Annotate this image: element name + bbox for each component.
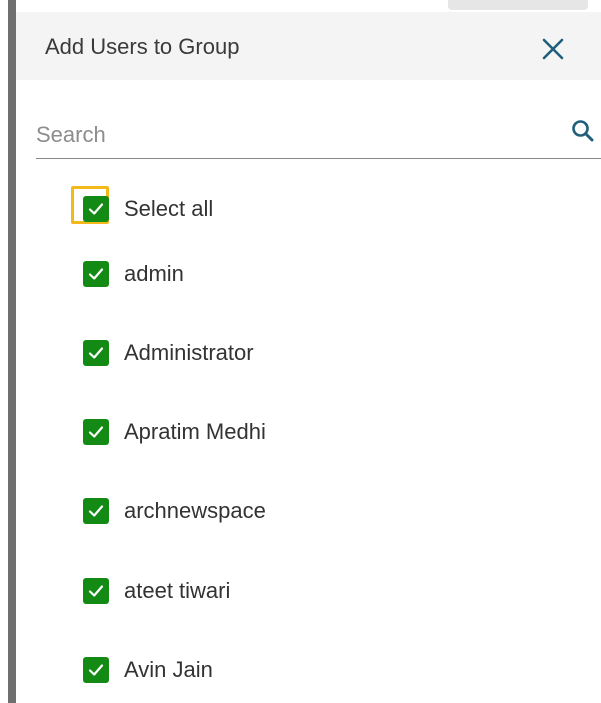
user-label: archnewspace [124, 498, 266, 523]
checkmark-icon [88, 268, 104, 280]
list-item[interactable]: Administrator [75, 329, 555, 377]
checkmark-icon [88, 585, 104, 597]
user-label: Apratim Medhi [124, 419, 266, 444]
checkmark-icon [88, 426, 104, 438]
background-strip [448, 0, 588, 10]
list-item[interactable]: archnewspace [75, 487, 555, 535]
user-checkbox[interactable] [83, 340, 109, 366]
add-users-dialog: Add Users to Group Select all [16, 12, 601, 703]
background-edge [8, 0, 16, 703]
select-all-label: Select all [124, 196, 214, 221]
user-label: Administrator [124, 340, 254, 365]
user-checkbox[interactable] [83, 261, 109, 287]
list-item[interactable]: Apratim Medhi [75, 408, 555, 456]
user-list: Select all admin Administrator Apratim M… [16, 12, 601, 703]
user-label: Avin Jain [124, 657, 213, 682]
user-checkbox[interactable] [83, 419, 109, 445]
user-checkbox[interactable] [83, 657, 109, 683]
checkmark-icon [88, 347, 104, 359]
checkmark-icon [88, 505, 104, 517]
list-item[interactable]: admin [75, 250, 555, 298]
list-item[interactable]: Avin Jain [75, 646, 555, 694]
checkmark-icon [88, 203, 104, 215]
select-all-checkbox-row[interactable]: Select all [71, 185, 555, 233]
select-all-checkbox[interactable] [83, 196, 109, 222]
user-label: ateet tiwari [124, 578, 231, 603]
user-checkbox[interactable] [83, 498, 109, 524]
checkmark-icon [88, 664, 104, 676]
user-checkbox[interactable] [83, 578, 109, 604]
list-item[interactable]: ateet tiwari [75, 567, 555, 615]
user-label: admin [124, 261, 184, 286]
